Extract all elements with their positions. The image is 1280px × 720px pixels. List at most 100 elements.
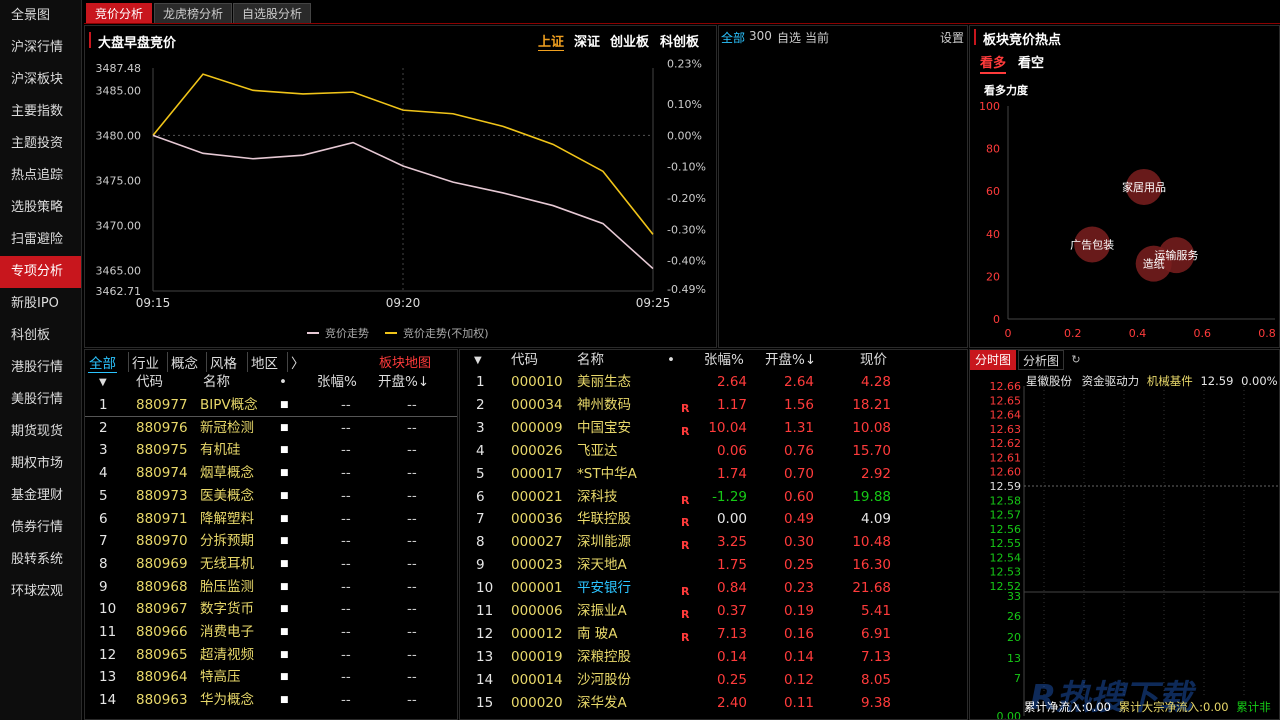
stock-row[interactable]: 5 000017 *ST中华A 1.74 0.70 2.92 [460,463,967,486]
sector-code: 880971 [136,510,188,527]
stock-row[interactable]: 9 000023 深天地A 1.75 0.25 16.30 [460,554,967,577]
nav-item-15[interactable]: 基金理财 [0,480,81,512]
sector-row[interactable]: 9 880968 胎压监测 ■ -- -- [85,576,457,599]
nav-item-9[interactable]: 新股IPO [0,288,81,320]
nav-item-0[interactable]: 全景图 [0,0,81,32]
filter-watch[interactable]: 自选 [777,29,801,46]
sector-map-link[interactable]: 板块地图 [379,352,431,371]
col-change[interactable]: 张幅% [704,350,744,372]
sector-row[interactable]: 3 880975 有机硅 ■ -- -- [85,439,457,462]
stock-row[interactable]: 1 000010 美丽生态 2.64 2.64 4.28 [460,371,967,394]
sector-filter-4[interactable]: 地区 [247,352,279,372]
filter-300[interactable]: 300 [749,29,772,43]
other-inflow: 累计非 [1236,700,1271,714]
nav-item-8[interactable]: 专项分析 [0,256,81,288]
col-code[interactable]: 代码 [511,350,538,372]
stock-row[interactable]: 4 000026 飞亚达 0.06 0.76 15.70 [460,440,967,463]
sector-filter-5[interactable]: 〉 [287,352,306,372]
volume-tick: 20 [1007,631,1021,644]
bubble-label: 广告包装 [1070,238,1114,251]
nav-item-4[interactable]: 主题投资 [0,128,81,160]
nav-item-2[interactable]: 沪深板块 [0,64,81,96]
stock-code: 000014 [511,671,563,688]
col-price[interactable]: 现价 [860,350,887,372]
sector-change: -- [341,419,351,436]
stock-change: 0.14 [716,648,747,665]
nav-item-7[interactable]: 扫雷避险 [0,224,81,256]
stock-row[interactable]: 11 000006 深振业A R 0.37 0.19 5.41 [460,600,967,623]
stock-row[interactable]: 15 000020 深华发A 2.40 0.11 9.38 [460,692,967,715]
settings-button[interactable]: 设置 [940,29,964,46]
stock-row[interactable]: 14 000014 沙河股份 0.25 0.12 8.05 [460,669,967,692]
stock-row[interactable]: 3 000009 中国宝安 R 10.04 1.31 10.08 [460,417,967,440]
filter-current[interactable]: 当前 [805,29,829,46]
nav-item-17[interactable]: 股转系统 [0,544,81,576]
nav-item-16[interactable]: 债券行情 [0,512,81,544]
sector-code: 880964 [136,669,188,686]
sector-row[interactable]: 14 880963 华为概念 ■ -- -- [85,689,457,712]
stock-name: 深天地A [577,557,627,574]
market-list-panel: 全部 300 自选 当前 设置 [718,25,968,348]
nav-item-13[interactable]: 期货现货 [0,416,81,448]
sector-row[interactable]: 8 880969 无线耳机 ■ -- -- [85,553,457,576]
row-number: 11 [476,603,494,619]
sector-code: 880968 [136,578,188,595]
sector-filter-2[interactable]: 概念 [167,352,199,372]
nav-item-11[interactable]: 港股行情 [0,352,81,384]
nav-item-14[interactable]: 期权市场 [0,448,81,480]
nav-item-5[interactable]: 热点追踪 [0,160,81,192]
sector-row[interactable]: 5 880973 医美概念 ■ -- -- [85,485,457,508]
col-code[interactable]: 代码 [136,371,163,394]
sector-row[interactable]: 6 880971 降解塑料 ■ -- -- [85,508,457,531]
stock-row[interactable]: 2 000034 神州数码 R 1.17 1.56 18.21 [460,394,967,417]
sector-row[interactable]: 12 880965 超清视频 ■ -- -- [85,644,457,667]
nav-item-10[interactable]: 科创板 [0,320,81,352]
sector-row[interactable]: 11 880966 消费电子 ■ -- -- [85,621,457,644]
row-number: 1 [476,374,485,390]
sector-filter-1[interactable]: 行业 [128,352,160,372]
stock-row[interactable]: 12 000012 南 玻A R 7.13 0.16 6.91 [460,623,967,646]
filter-all[interactable]: 全部 [721,29,745,46]
stock-row[interactable]: 6 000021 深科技 R -1.29 0.60 19.88 [460,486,967,509]
sector-row[interactable]: 2 880976 新冠检测 ■ -- -- [85,417,457,440]
stock-row[interactable]: 8 000027 深圳能源 R 3.25 0.30 10.48 [460,531,967,554]
sector-change: -- [341,601,351,618]
stock-open: 0.16 [783,625,814,642]
sector-open: -- [407,601,417,618]
row-number: 4 [476,442,485,459]
col-open[interactable]: 开盘%↓ [765,350,816,372]
bubble-label: 运输服务 [1154,248,1198,262]
sector-filter-3[interactable]: 风格 [206,352,238,372]
sector-row[interactable]: 7 880970 分拆预期 ■ -- -- [85,530,457,553]
nav-item-18[interactable]: 环球宏观 [0,576,81,608]
sector-row[interactable]: 4 880974 烟草概念 ■ -- -- [85,462,457,485]
sector-row[interactable]: 10 880967 数字货币 ■ -- -- [85,598,457,621]
sector-filter-0[interactable]: 全部 [88,352,117,373]
col-open[interactable]: 开盘%↓ [378,371,429,394]
nav-item-6[interactable]: 选股策略 [0,192,81,224]
tab-watchlist-analysis[interactable]: 自选股分析 [233,3,312,23]
volume-tick: 0.00 [997,710,1022,720]
nav-item-3[interactable]: 主要指数 [0,96,81,128]
nav-item-12[interactable]: 美股行情 [0,384,81,416]
sector-code: 880967 [136,601,188,618]
tab-bar: 竞价分析 龙虎榜分析 自选股分析 [84,0,1280,24]
stock-price: 16.30 [852,557,891,574]
stock-change: 1.75 [716,557,747,574]
sector-row[interactable]: 13 880964 特高压 ■ -- -- [85,666,457,689]
auction-panel: 大盘早盘竞价 上证 深证 创业板 科创板 3487.48 3485.00 3480.00 3… [84,25,717,348]
col-change[interactable]: 张幅% [317,371,357,394]
stock-row[interactable]: 10 000001 平安银行 R 0.84 0.23 21.68 [460,577,967,600]
nav-item-1[interactable]: 沪深行情 [0,32,81,64]
stock-row[interactable]: 13 000019 深粮控股 0.14 0.14 7.13 [460,646,967,669]
sector-row[interactable]: 1 880977 BIPV概念 ■ -- -- [85,394,457,417]
col-name[interactable]: 名称 [577,350,604,372]
dot-icon: ■ [280,604,289,615]
tab-dragon-tiger[interactable]: 龙虎榜分析 [154,3,233,23]
tab-auction-analysis[interactable]: 竞价分析 [86,3,153,23]
stock-open: 0.11 [783,694,814,711]
sector-name: 特高压 [200,669,241,686]
stock-row[interactable]: 7 000036 华联控股 R 0.00 0.49 4.09 [460,508,967,531]
col-name[interactable]: 名称 [203,371,230,394]
sector-name: 胎压监测 [200,578,254,595]
